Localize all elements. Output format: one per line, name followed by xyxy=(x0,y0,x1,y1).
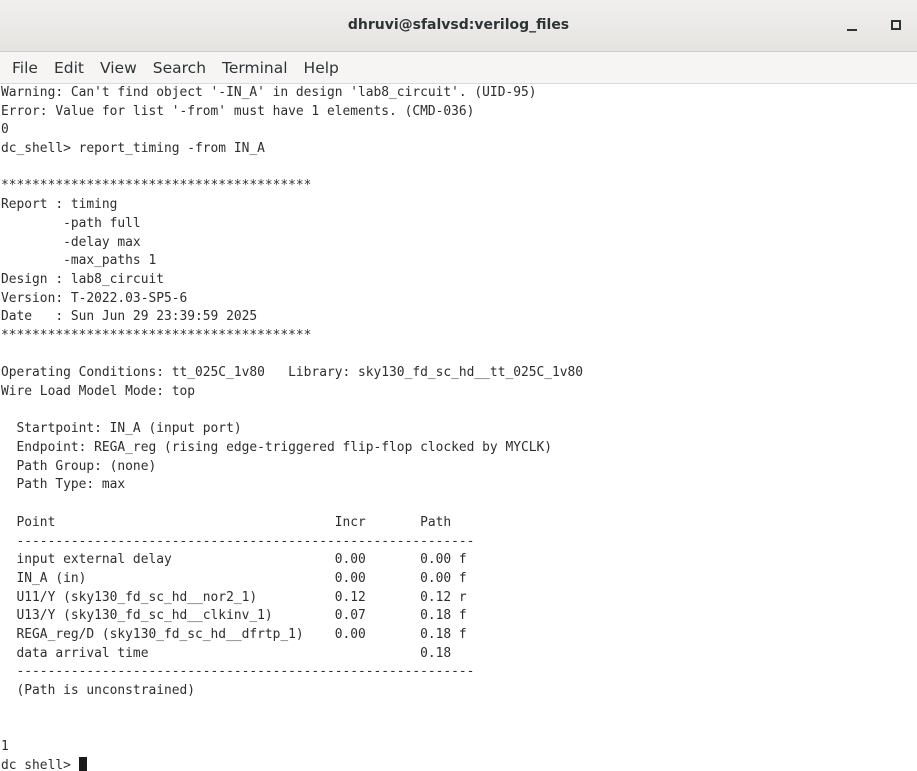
terminal-line: dc_shell> report_timing -from IN_A xyxy=(1,141,265,157)
terminal-line: Report : timing xyxy=(1,197,118,213)
terminal-line: data arrival time 0.18 xyxy=(1,645,452,661)
title-bar[interactable]: dhruvi@sfalvsd:verilog_files xyxy=(0,0,917,52)
menu-help[interactable]: Help xyxy=(296,53,347,83)
menu-bar: File Edit View Search Terminal Help xyxy=(0,52,917,84)
shell-prompt: dc_shell> xyxy=(1,757,79,771)
maximize-button[interactable] xyxy=(886,14,908,36)
window-title: dhruvi@sfalvsd:verilog_files xyxy=(347,17,570,33)
prompt-line[interactable]: dc_shell> xyxy=(0,756,917,771)
terminal-line: input external delay 0.00 0.00 f xyxy=(1,552,467,568)
terminal-line: (Path is unconstrained) xyxy=(1,683,196,698)
terminal-line: 1 xyxy=(1,739,9,755)
terminal-line: Wire Load Model Mode: top xyxy=(1,384,196,399)
terminal-window: dhruvi@sfalvsd:verilog_files File Edit V… xyxy=(0,0,917,771)
text-cursor xyxy=(78,756,87,771)
terminal-line: Operating Conditions: tt_025C_1v80 Libra… xyxy=(1,365,584,381)
terminal-line: IN_A (in) 0.00 0.00 f xyxy=(1,570,467,586)
terminal-line: Endpoint: REGA_reg (rising edge-triggere… xyxy=(1,440,553,456)
minimize-button[interactable] xyxy=(842,14,864,36)
terminal-line: Warning: Can't find object '-IN_A' in de… xyxy=(1,85,537,100)
terminal-output[interactable]: Warning: Can't find object '-IN_A' in de… xyxy=(0,84,917,771)
maximize-icon xyxy=(891,20,901,30)
terminal-line: Version: T-2022.03-SP5-6 xyxy=(1,290,188,306)
minimize-icon xyxy=(847,29,857,31)
terminal-line: Startpoint: IN_A (input port) xyxy=(1,421,242,437)
terminal-lines: Warning: Can't find object '-IN_A' in de… xyxy=(0,84,917,757)
terminal-line: Error: Value for list '-from' must have … xyxy=(1,103,475,119)
menu-file[interactable]: File xyxy=(4,53,46,83)
terminal-line: Design : lab8_circuit xyxy=(1,271,164,287)
terminal-line: ----------------------------------------… xyxy=(1,664,475,680)
terminal-line: 0 xyxy=(1,122,9,138)
terminal-line: -delay max xyxy=(1,234,141,250)
terminal-line: -max_paths 1 xyxy=(1,253,157,269)
terminal-line: U13/Y (sky130_fd_sc_hd__clkinv_1) 0.07 0… xyxy=(1,608,467,624)
terminal-line: U11/Y (sky130_fd_sc_hd__nor2_1) 0.12 0.1… xyxy=(1,589,467,605)
terminal-line: Date : Sun Jun 29 23:39:59 2025 xyxy=(1,309,258,325)
terminal-line: ----------------------------------------… xyxy=(1,533,475,549)
terminal-line: Point Incr Path xyxy=(1,514,452,530)
terminal-line: **************************************** xyxy=(1,178,312,194)
terminal-line: **************************************** xyxy=(1,327,312,343)
terminal-line: Path Group: (none) xyxy=(1,458,157,474)
menu-search[interactable]: Search xyxy=(145,53,214,83)
menu-terminal[interactable]: Terminal xyxy=(214,53,296,83)
menu-edit[interactable]: Edit xyxy=(46,53,92,83)
menu-view[interactable]: View xyxy=(92,53,145,83)
terminal-line: REGA_reg/D (sky130_fd_sc_hd__dfrtp_1) 0.… xyxy=(1,626,467,642)
terminal-line: Path Type: max xyxy=(1,477,126,493)
terminal-line: -path full xyxy=(1,215,141,231)
